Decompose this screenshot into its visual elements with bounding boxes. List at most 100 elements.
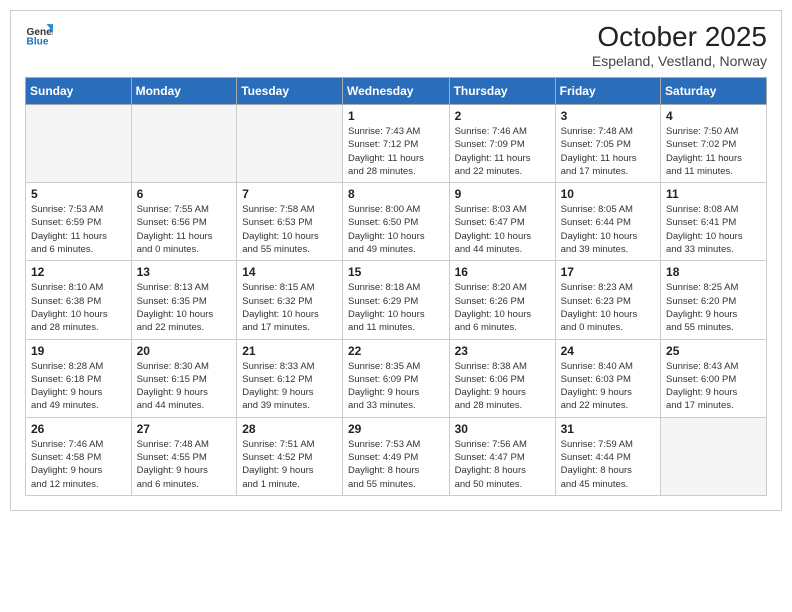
calendar-cell: 24Sunrise: 8:40 AM Sunset: 6:03 PM Dayli… <box>555 339 660 417</box>
header: General Blue October 2025 Espeland, Vest… <box>25 21 767 69</box>
calendar-title: October 2025 <box>592 21 767 53</box>
calendar-cell <box>661 417 767 495</box>
calendar-cell <box>26 105 132 183</box>
day-info: Sunrise: 8:28 AM Sunset: 6:18 PM Dayligh… <box>31 360 126 413</box>
calendar-cell: 31Sunrise: 7:59 AM Sunset: 4:44 PM Dayli… <box>555 417 660 495</box>
calendar-week-row: 5 Sunrise: 7:53 AM Sunset: 6:59 PM Daylig… <box>26 183 767 261</box>
calendar-cell: 25 Sunrise: 8:43 AM Sunset: 6:00 PM Dayli… <box>661 339 767 417</box>
day-info: Sunrise: 7:53 AM Sunset: 6:59 PM Dayligh… <box>31 203 126 256</box>
day-info: Sunrise: 8:20 AM Sunset: 6:26 PM Dayligh… <box>455 281 550 334</box>
day-info: Sunrise: 8:10 AM Sunset: 6:38 PM Dayligh… <box>31 281 126 334</box>
calendar-cell: 22 Sunrise: 8:35 AM Sunset: 6:09 PM Dayli… <box>343 339 450 417</box>
day-number: 4 <box>666 109 761 123</box>
calendar-cell: 11 Sunrise: 8:08 AM Sunset: 6:41 PM Dayli… <box>661 183 767 261</box>
logo: General Blue <box>25 21 53 49</box>
day-number: 18 <box>666 265 761 279</box>
day-number: 25 <box>666 344 761 358</box>
day-info: Sunrise: 7:58 AM Sunset: 6:53 PM Dayligh… <box>242 203 337 256</box>
day-number: 9 <box>455 187 550 201</box>
col-thursday: Thursday <box>449 78 555 105</box>
day-info: Sunrise: 8:35 AM Sunset: 6:09 PM Dayligh… <box>348 360 444 413</box>
calendar-cell: 30Sunrise: 7:56 AM Sunset: 4:47 PM Dayli… <box>449 417 555 495</box>
col-friday: Friday <box>555 78 660 105</box>
calendar-cell: 4 Sunrise: 7:50 AM Sunset: 7:02 PM Daylig… <box>661 105 767 183</box>
day-info: Sunrise: 8:30 AM Sunset: 6:15 PM Dayligh… <box>137 360 232 413</box>
day-number: 11 <box>666 187 761 201</box>
svg-text:Blue: Blue <box>27 36 49 47</box>
day-info: Sunrise: 7:56 AM Sunset: 4:47 PM Dayligh… <box>455 438 550 491</box>
day-number: 15 <box>348 265 444 279</box>
calendar-header-row: Sunday Monday Tuesday Wednesday Thursday… <box>26 78 767 105</box>
day-info: Sunrise: 7:43 AM Sunset: 7:12 PM Dayligh… <box>348 125 444 178</box>
calendar-cell: 2 Sunrise: 7:46 AM Sunset: 7:09 PM Daylig… <box>449 105 555 183</box>
day-info: Sunrise: 7:50 AM Sunset: 7:02 PM Dayligh… <box>666 125 761 178</box>
col-saturday: Saturday <box>661 78 767 105</box>
day-number: 12 <box>31 265 126 279</box>
day-number: 13 <box>137 265 232 279</box>
logo-icon: General Blue <box>25 21 53 49</box>
day-info: Sunrise: 8:18 AM Sunset: 6:29 PM Dayligh… <box>348 281 444 334</box>
day-info: Sunrise: 7:46 AM Sunset: 7:09 PM Dayligh… <box>455 125 550 178</box>
day-info: Sunrise: 7:46 AM Sunset: 4:58 PM Dayligh… <box>31 438 126 491</box>
calendar-cell: 10Sunrise: 8:05 AM Sunset: 6:44 PM Dayli… <box>555 183 660 261</box>
calendar-cell: 3Sunrise: 7:48 AM Sunset: 7:05 PM Daylig… <box>555 105 660 183</box>
col-monday: Monday <box>131 78 237 105</box>
calendar-cell: 28 Sunrise: 7:51 AM Sunset: 4:52 PM Dayli… <box>237 417 343 495</box>
calendar-cell: 17 Sunrise: 8:23 AM Sunset: 6:23 PM Dayli… <box>555 261 660 339</box>
day-info: Sunrise: 8:25 AM Sunset: 6:20 PM Dayligh… <box>666 281 761 334</box>
day-number: 19 <box>31 344 126 358</box>
day-number: 28 <box>242 422 337 436</box>
day-info: Sunrise: 7:53 AM Sunset: 4:49 PM Dayligh… <box>348 438 444 491</box>
day-info: Sunrise: 7:51 AM Sunset: 4:52 PM Dayligh… <box>242 438 337 491</box>
day-info: Sunrise: 8:08 AM Sunset: 6:41 PM Dayligh… <box>666 203 761 256</box>
day-info: Sunrise: 8:15 AM Sunset: 6:32 PM Dayligh… <box>242 281 337 334</box>
day-number: 5 <box>31 187 126 201</box>
calendar-cell: 18 Sunrise: 8:25 AM Sunset: 6:20 PM Dayli… <box>661 261 767 339</box>
calendar-cell: 8 Sunrise: 8:00 AM Sunset: 6:50 PM Daylig… <box>343 183 450 261</box>
day-number: 31 <box>561 422 655 436</box>
day-info: Sunrise: 7:55 AM Sunset: 6:56 PM Dayligh… <box>137 203 232 256</box>
calendar-cell: 5 Sunrise: 7:53 AM Sunset: 6:59 PM Daylig… <box>26 183 132 261</box>
calendar-cell <box>237 105 343 183</box>
day-info: Sunrise: 8:38 AM Sunset: 6:06 PM Dayligh… <box>455 360 550 413</box>
day-number: 22 <box>348 344 444 358</box>
calendar-page: General Blue October 2025 Espeland, Vest… <box>10 10 782 511</box>
day-number: 26 <box>31 422 126 436</box>
calendar-week-row: 1 Sunrise: 7:43 AM Sunset: 7:12 PM Daylig… <box>26 105 767 183</box>
day-info: Sunrise: 7:48 AM Sunset: 4:55 PM Dayligh… <box>137 438 232 491</box>
day-number: 7 <box>242 187 337 201</box>
calendar-subtitle: Espeland, Vestland, Norway <box>592 53 767 69</box>
day-info: Sunrise: 8:13 AM Sunset: 6:35 PM Dayligh… <box>137 281 232 334</box>
day-number: 3 <box>561 109 655 123</box>
day-number: 27 <box>137 422 232 436</box>
calendar-week-row: 12 Sunrise: 8:10 AM Sunset: 6:38 PM Dayli… <box>26 261 767 339</box>
calendar-cell: 26 Sunrise: 7:46 AM Sunset: 4:58 PM Dayli… <box>26 417 132 495</box>
day-info: Sunrise: 8:00 AM Sunset: 6:50 PM Dayligh… <box>348 203 444 256</box>
calendar-cell: 6Sunrise: 7:55 AM Sunset: 6:56 PM Daylig… <box>131 183 237 261</box>
day-number: 2 <box>455 109 550 123</box>
calendar-cell: 12 Sunrise: 8:10 AM Sunset: 6:38 PM Dayli… <box>26 261 132 339</box>
col-tuesday: Tuesday <box>237 78 343 105</box>
day-number: 23 <box>455 344 550 358</box>
day-info: Sunrise: 8:43 AM Sunset: 6:00 PM Dayligh… <box>666 360 761 413</box>
calendar-cell: 29 Sunrise: 7:53 AM Sunset: 4:49 PM Dayli… <box>343 417 450 495</box>
day-number: 29 <box>348 422 444 436</box>
calendar-cell: 23 Sunrise: 8:38 AM Sunset: 6:06 PM Dayli… <box>449 339 555 417</box>
day-number: 21 <box>242 344 337 358</box>
day-number: 20 <box>137 344 232 358</box>
col-wednesday: Wednesday <box>343 78 450 105</box>
day-number: 17 <box>561 265 655 279</box>
calendar-cell: 15 Sunrise: 8:18 AM Sunset: 6:29 PM Dayli… <box>343 261 450 339</box>
calendar-cell: 9Sunrise: 8:03 AM Sunset: 6:47 PM Daylig… <box>449 183 555 261</box>
day-number: 1 <box>348 109 444 123</box>
day-number: 16 <box>455 265 550 279</box>
day-info: Sunrise: 8:23 AM Sunset: 6:23 PM Dayligh… <box>561 281 655 334</box>
calendar-cell <box>131 105 237 183</box>
day-info: Sunrise: 8:33 AM Sunset: 6:12 PM Dayligh… <box>242 360 337 413</box>
calendar-table: Sunday Monday Tuesday Wednesday Thursday… <box>25 77 767 496</box>
title-block: October 2025 Espeland, Vestland, Norway <box>592 21 767 69</box>
calendar-cell: 20 Sunrise: 8:30 AM Sunset: 6:15 PM Dayli… <box>131 339 237 417</box>
calendar-cell: 1 Sunrise: 7:43 AM Sunset: 7:12 PM Daylig… <box>343 105 450 183</box>
day-number: 8 <box>348 187 444 201</box>
day-number: 24 <box>561 344 655 358</box>
